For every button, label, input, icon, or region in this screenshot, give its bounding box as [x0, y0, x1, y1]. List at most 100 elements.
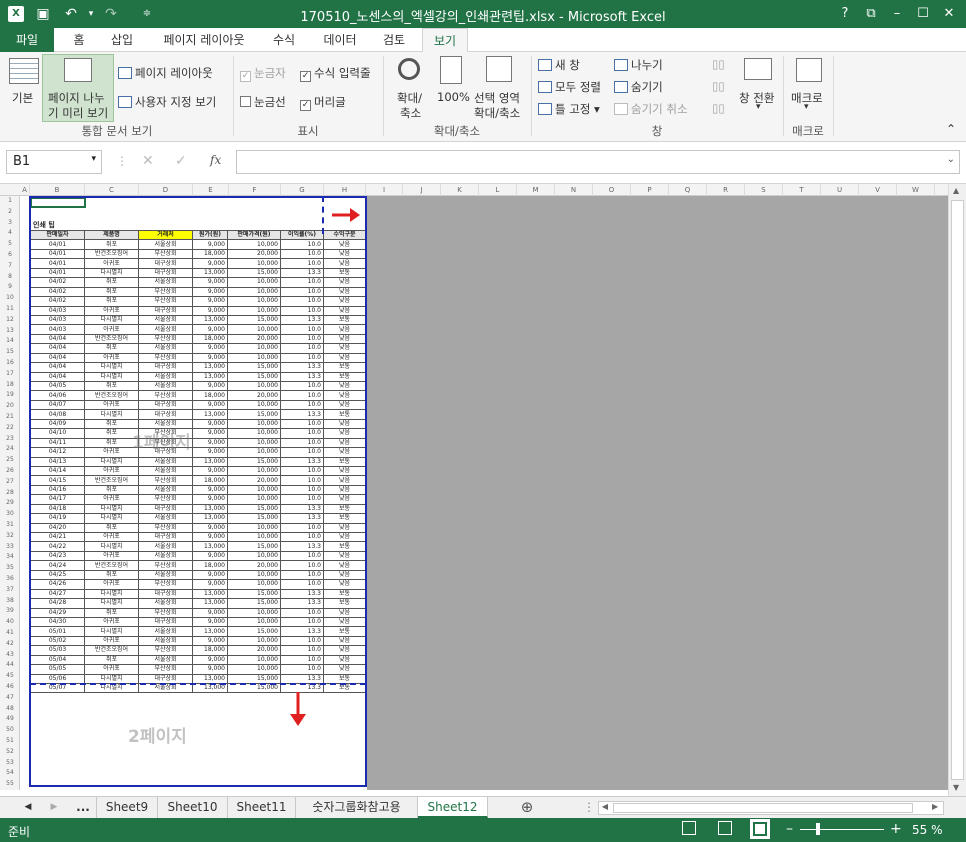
cell-cost[interactable]: 9,000	[192, 343, 228, 354]
row-header[interactable]: 30	[0, 510, 20, 517]
row-header[interactable]: 37	[0, 586, 20, 593]
column-header[interactable]: B	[30, 184, 85, 196]
column-header[interactable]: M	[517, 184, 555, 196]
cell-date[interactable]: 04/25	[30, 569, 85, 581]
cell-price[interactable]: 10,000	[227, 569, 281, 581]
cell-cost[interactable]: 9,000	[192, 352, 228, 364]
cell-profit-class[interactable]: 보통	[323, 362, 366, 373]
cell-profit-class[interactable]: 낮음	[323, 465, 366, 477]
column-header[interactable]: U	[821, 184, 859, 196]
cell-product[interactable]: 다시멸치	[84, 598, 139, 609]
cell-cost[interactable]: 9,000	[192, 465, 228, 477]
tab-view[interactable]: 보기	[422, 28, 468, 53]
row-header[interactable]: 48	[0, 705, 20, 712]
cell-profit-class[interactable]: 낮음	[323, 258, 366, 269]
cell-margin[interactable]: 13.3	[280, 598, 324, 609]
cell-product[interactable]: 쥐포	[84, 484, 139, 496]
cell-margin[interactable]: 10.0	[280, 654, 324, 666]
tab-formulas[interactable]: 수식	[264, 28, 304, 52]
cell-cost[interactable]: 9,000	[192, 484, 228, 496]
cell-date[interactable]: 04/10	[30, 428, 85, 439]
cell-cost[interactable]: 9,000	[192, 380, 228, 392]
cell-client[interactable]: 부산상회	[138, 560, 193, 571]
column-header[interactable]: W	[897, 184, 935, 196]
cell-price[interactable]: 10,000	[227, 447, 281, 458]
zoom-button[interactable]: 확대/	[397, 90, 422, 106]
normal-view-button[interactable]: 기본	[12, 90, 33, 106]
cell-cost[interactable]: 13,000	[192, 267, 228, 279]
cell-profit-class[interactable]: 낮음	[323, 475, 366, 486]
cell-margin[interactable]: 13.3	[280, 626, 324, 637]
row-header[interactable]: 31	[0, 521, 20, 528]
cell-date[interactable]: 04/13	[30, 456, 85, 467]
cell-date[interactable]: 05/04	[30, 654, 85, 666]
cell-cost[interactable]: 9,000	[192, 654, 228, 666]
cell-price[interactable]: 10,000	[227, 465, 281, 477]
cell-cost[interactable]: 13,000	[192, 598, 228, 609]
cell-product[interactable]: 다시멸치	[84, 588, 139, 600]
column-header[interactable]: J	[403, 184, 441, 196]
cell-margin[interactable]: 13.3	[280, 409, 324, 420]
cell-product[interactable]: 다시멸치	[84, 541, 139, 552]
sheet-tab-sheet12[interactable]: Sheet12	[418, 797, 488, 818]
cell-cost[interactable]: 9,000	[192, 418, 228, 430]
column-header[interactable]: S	[745, 184, 783, 196]
cell-product[interactable]: 아귀포	[84, 616, 139, 628]
cell-price[interactable]: 15,000	[227, 362, 281, 373]
cell-client[interactable]: 대구상회	[138, 409, 193, 420]
cell-product[interactable]: 다시멸치	[84, 626, 139, 637]
cell-client[interactable]: 서울상회	[138, 465, 193, 477]
cell-profit-class[interactable]: 낮음	[323, 494, 366, 505]
cell-product[interactable]: 쥐포	[84, 607, 139, 618]
cell-client[interactable]: 대구상회	[138, 267, 193, 279]
row-header[interactable]: 5	[0, 240, 20, 247]
collapse-ribbon-icon[interactable]: ⌃	[946, 122, 956, 136]
row-header[interactable]: 27	[0, 478, 20, 485]
column-header[interactable]: R	[707, 184, 745, 196]
row-header[interactable]: 24	[0, 445, 20, 452]
cell-client[interactable]: 부산상회	[138, 645, 193, 656]
cell-cost[interactable]: 9,000	[192, 277, 228, 288]
cell-date[interactable]: 04/18	[30, 503, 85, 515]
cell-price[interactable]: 10,000	[227, 428, 281, 439]
zoom-slider-thumb[interactable]	[816, 823, 820, 835]
cell-price[interactable]: 10,000	[227, 635, 281, 647]
cell-date[interactable]: 04/04	[30, 371, 85, 383]
cell-date[interactable]: 04/01	[30, 267, 85, 279]
cell-profit-class[interactable]: 보통	[323, 588, 366, 600]
minimize-button[interactable]: –	[886, 4, 908, 24]
cell-cost[interactable]: 9,000	[192, 447, 228, 458]
normal-view-status-icon[interactable]	[682, 821, 696, 835]
macros-dropdown-icon[interactable]: ▾	[804, 102, 809, 112]
cell-product[interactable]: 다시멸치	[84, 362, 139, 373]
name-box[interactable]: B1 ▾	[6, 150, 102, 174]
cell-profit-class[interactable]: 보통	[323, 314, 366, 326]
cell-margin[interactable]: 10.0	[280, 635, 324, 647]
cell-cost[interactable]: 18,000	[192, 560, 228, 571]
cell-date[interactable]: 04/02	[30, 296, 85, 307]
cell-profit-class[interactable]: 낮음	[323, 277, 366, 288]
maximize-button[interactable]: ☐	[912, 4, 934, 24]
row-header[interactable]: 47	[0, 694, 20, 701]
enter-icon[interactable]: ✓	[175, 153, 187, 169]
row-header[interactable]: 28	[0, 489, 20, 496]
cell-profit-class[interactable]: 낮음	[323, 428, 366, 439]
cell-client[interactable]: 부산상회	[138, 579, 193, 590]
cell-product[interactable]: 쥐포	[84, 428, 139, 439]
headings-checkbox[interactable]: ✓ 머리글	[300, 94, 346, 111]
cell-product[interactable]: 반건조오징어	[84, 645, 139, 656]
cell-client[interactable]: 서울상회	[138, 380, 193, 392]
cell-margin[interactable]: 10.0	[280, 645, 324, 656]
cell-price[interactable]: 10,000	[227, 522, 281, 534]
cell-price[interactable]: 15,000	[227, 513, 281, 524]
cell-price[interactable]: 15,000	[227, 588, 281, 600]
cell-price[interactable]: 10,000	[227, 399, 281, 411]
cell-client[interactable]: 서울상회	[138, 371, 193, 383]
cell-price[interactable]: 15,000	[227, 314, 281, 326]
cell-product[interactable]: 쥐포	[84, 296, 139, 307]
cell-product[interactable]: 다시멸치	[84, 513, 139, 524]
cell-profit-class[interactable]: 낮음	[323, 560, 366, 571]
cell-cost[interactable]: 13,000	[192, 362, 228, 373]
cell-client[interactable]: 서울상회	[138, 635, 193, 647]
row-header[interactable]: 14	[0, 337, 20, 344]
